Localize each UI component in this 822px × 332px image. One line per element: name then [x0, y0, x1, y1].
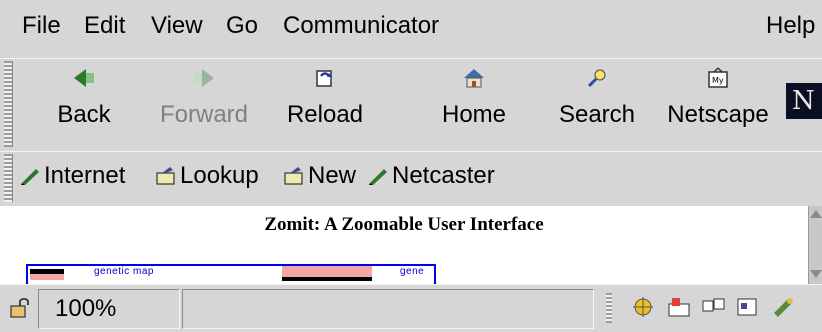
folder-icon — [156, 167, 175, 185]
zoom-level: 100% — [38, 289, 180, 329]
navigator-icon[interactable] — [630, 295, 656, 319]
menu-bar: File Edit View Go Communicator Help — [0, 0, 822, 58]
search-button[interactable]: Search — [552, 59, 642, 151]
toolbar-grip[interactable] — [4, 61, 13, 147]
scroll-up-arrow[interactable] — [810, 210, 822, 218]
menu-communicator[interactable]: Communicator — [283, 10, 439, 42]
back-label: Back — [57, 101, 111, 128]
strip-pink-bar-right — [282, 266, 372, 277]
my-netscape-icon: My — [708, 67, 728, 88]
search-icon — [587, 69, 606, 88]
bookmark-pencil-icon — [369, 169, 387, 185]
menu-edit[interactable]: Edit — [84, 10, 125, 42]
composer-icon[interactable] — [734, 295, 760, 319]
netscape-label: Netscape — [667, 101, 769, 128]
forward-button[interactable]: Forward — [152, 59, 256, 151]
bookmark-new[interactable]: New — [284, 160, 356, 192]
home-button[interactable]: Home — [436, 59, 512, 151]
home-label: Home — [441, 101, 507, 128]
component-bar-grip[interactable] — [606, 293, 612, 323]
folder-icon — [284, 167, 303, 185]
scroll-down-arrow[interactable] — [810, 270, 822, 278]
bookmark-lookup[interactable]: Lookup — [156, 160, 259, 192]
reload-icon — [316, 70, 332, 87]
reload-label: Reload — [286, 101, 364, 128]
conference-icon[interactable] — [770, 295, 796, 319]
navigation-toolbar: Back Forward Reload Home Search My Netsc… — [0, 58, 822, 152]
bookmark-netcaster[interactable]: Netcaster — [368, 160, 495, 192]
svg-text:My: My — [712, 76, 724, 85]
menu-go[interactable]: Go — [226, 10, 258, 42]
forward-arrow-icon — [194, 69, 214, 87]
page-title: Zomit: A Zoomable User Interface — [264, 214, 544, 235]
security-lock-icon[interactable] — [8, 297, 30, 319]
status-bar: 100% — [0, 284, 822, 332]
forward-label: Forward — [159, 101, 249, 128]
bookmark-pencil-icon — [21, 169, 39, 185]
zoomable-strip[interactable]: genetic map gene — [26, 264, 436, 286]
strip-label-genetic-map[interactable]: genetic map — [94, 266, 154, 277]
bookmark-internet-label: Internet — [44, 162, 126, 189]
strip-label-gene[interactable]: gene — [400, 266, 424, 277]
bookmark-lookup-label: Lookup — [180, 162, 259, 189]
strip-black-bar-right — [282, 277, 372, 281]
back-arrow-icon — [74, 69, 94, 87]
bookmark-internet[interactable]: Internet — [20, 160, 125, 192]
search-label: Search — [558, 101, 636, 128]
discussions-icon[interactable] — [700, 295, 726, 319]
menu-file[interactable]: File — [22, 10, 61, 42]
personal-toolbar: Internet Lookup New Netcaster — [0, 151, 822, 207]
home-icon — [464, 69, 484, 88]
personal-toolbar-grip[interactable] — [4, 154, 13, 202]
netscape-button[interactable]: My Netscape — [660, 59, 776, 151]
vertical-scrollbar[interactable] — [808, 206, 822, 284]
bookmark-netcaster-label: Netcaster — [392, 162, 495, 189]
menu-view[interactable]: View — [151, 10, 203, 42]
page-content: Zomit: A Zoomable User Interface genetic… — [0, 206, 808, 286]
mail-icon[interactable] — [666, 295, 692, 319]
reload-button[interactable]: Reload — [280, 59, 370, 151]
back-button[interactable]: Back — [46, 59, 122, 151]
menu-help[interactable]: Help — [766, 10, 815, 42]
status-message — [182, 289, 594, 329]
strip-pink-bar-left — [30, 274, 64, 280]
netscape-logo[interactable]: N — [786, 83, 822, 119]
bookmark-new-label: New — [308, 162, 357, 189]
